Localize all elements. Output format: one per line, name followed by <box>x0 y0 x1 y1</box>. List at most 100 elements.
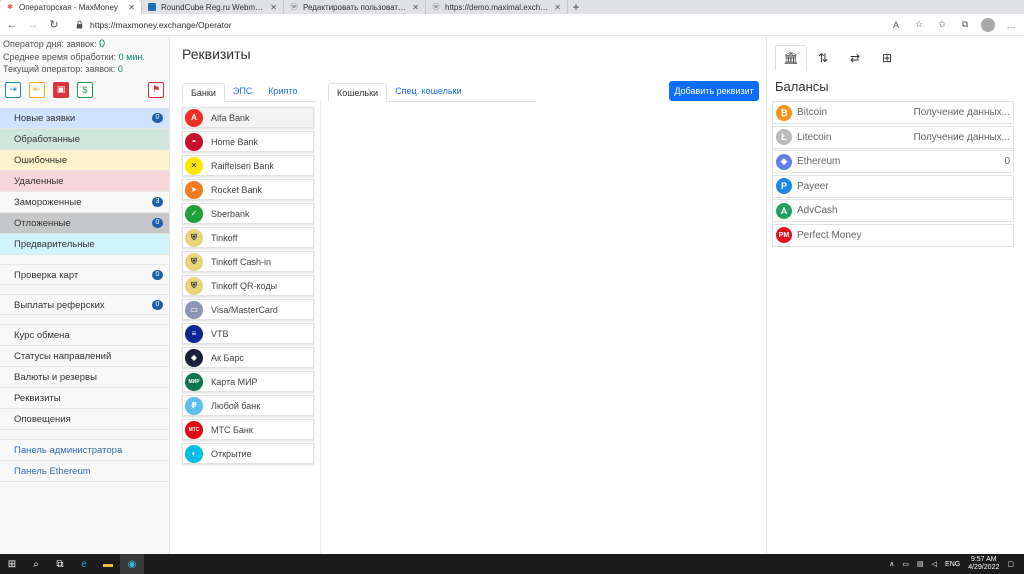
forward-icon[interactable]: → <box>24 16 42 34</box>
lock-button[interactable]: ▣ <box>53 81 69 98</box>
exchange-icon[interactable]: ⇄ <box>839 45 871 71</box>
tab-banks[interactable]: Банки <box>182 83 225 102</box>
bank-item-rocket-bank[interactable]: ➤ Rocket Bank <box>182 179 314 200</box>
stat-value: 0 <box>98 38 106 50</box>
menu-currencies-reserves[interactable]: Валюты и резервы <box>0 367 169 388</box>
menu-requisites[interactable]: Реквизиты <box>0 388 169 409</box>
browser-tab-maxmoney[interactable]: ✱ Операторская - MaxMoney ✕ <box>0 0 142 14</box>
exit-button[interactable]: ⚑ <box>148 81 164 98</box>
tab-eps[interactable]: ЭПС <box>225 82 260 101</box>
bank-item-otkrytie[interactable]: ◐ Открытие <box>182 443 314 464</box>
windows-start-icon[interactable]: ⊞ <box>0 554 24 574</box>
menu-new-orders[interactable]: Новые заявки 0 <box>0 107 169 129</box>
bank-item-any-bank[interactable]: ₽ Любой банк <box>182 395 314 416</box>
tab-special-wallets[interactable]: Спец. кошельки <box>387 82 469 101</box>
link-admin-panel[interactable]: Панель администратора <box>0 440 169 461</box>
balance-item-litecoin[interactable]: Ł Litecoin Получение данных... <box>772 125 1014 149</box>
search-icon[interactable]: ⌕ <box>24 554 48 574</box>
menu-card-check[interactable]: Проверка карт 0 <box>0 263 169 285</box>
menu-preliminary[interactable]: Предварительные <box>0 233 169 255</box>
menu-label: Замороженные <box>14 196 82 208</box>
menu-exchange-rate[interactable]: Курс обмена <box>0 325 169 346</box>
close-icon[interactable]: ✕ <box>412 3 419 12</box>
battery-icon[interactable]: ▭ <box>902 560 909 568</box>
bank-item-raiffeisen-bank[interactable]: ✕ Raiffeisen Bank <box>182 155 314 176</box>
bank-item-tinkoff-qr[interactable]: ⛨ Tinkoff QR-коды <box>182 275 314 296</box>
lock-icon: ▣ <box>56 84 66 94</box>
chevron-up-icon[interactable]: ∧ <box>889 560 894 568</box>
menu-direction-statuses[interactable]: Статусы направлений <box>0 346 169 367</box>
tab-wallets[interactable]: Кошельки <box>328 83 388 102</box>
language-indicator[interactable]: ENG <box>945 561 960 568</box>
network-icon[interactable]: ▤ <box>917 560 924 568</box>
link-ethereum-panel[interactable]: Панель Ethereum <box>0 461 169 482</box>
bank-item-home-bank[interactable]: ◓ Home Bank <box>182 131 314 152</box>
menu-notifications[interactable]: Оповещения <box>0 409 169 430</box>
browser-tab-roundcube[interactable]: RoundCube Reg.ru Webmail :: В... ✕ <box>142 0 284 14</box>
favorites-star-icon[interactable]: ☆ <box>910 16 928 34</box>
menu-processed[interactable]: Обработанные <box>0 128 169 150</box>
money-button[interactable]: $ <box>77 81 93 98</box>
balances-title: Балансы <box>775 79 829 94</box>
notifications-icon[interactable]: ▢ <box>1007 560 1014 568</box>
bank-item-sberbank[interactable]: ✓ Sberbank <box>182 203 314 224</box>
profile-avatar[interactable] <box>979 16 997 34</box>
add-box-icon[interactable]: ⊞ <box>871 45 903 71</box>
close-icon[interactable]: ✕ <box>554 3 561 12</box>
vtb-logo-icon: ≡ <box>185 324 203 343</box>
volume-icon[interactable]: ◁ <box>932 560 937 568</box>
bank-item-alfa-bank[interactable]: A Alfa Bank <box>182 107 314 128</box>
more-menu-icon[interactable]: … <box>1002 16 1020 34</box>
back-icon[interactable]: ← <box>3 16 21 34</box>
balance-item-payeer[interactable]: P Payeer <box>772 174 1014 198</box>
menu-postponed[interactable]: Отложенные 0 <box>0 212 169 234</box>
close-icon[interactable]: ✕ <box>270 3 277 12</box>
tab-crypto[interactable]: Крипто <box>260 82 305 101</box>
bank-name: Tinkoff QR-коды <box>211 280 278 291</box>
coin-balance: Получение данных... <box>913 107 1010 118</box>
clock-date: 4/29/2022 <box>968 564 1000 571</box>
clock-time: 9:57 AM <box>970 556 997 563</box>
sort-arrows-icon[interactable]: ⇅ <box>807 45 839 71</box>
home-bank-logo-icon: ◓ <box>185 132 203 151</box>
balance-item-bitcoin[interactable]: ₿ Bitcoin Получение данных... <box>772 101 1014 124</box>
balance-item-ethereum[interactable]: ◆ Ethereum 0 <box>772 150 1014 174</box>
internet-explorer-icon[interactable]: e <box>72 554 96 574</box>
bank-item-tinkoff-cash-in[interactable]: ⛨ Tinkoff Cash-in <box>182 251 314 272</box>
menu-label: Проверка карт <box>14 269 79 281</box>
login-button[interactable]: ⇥ <box>5 81 21 98</box>
browser-tab-demo-maximal[interactable]: ⓦ https://demo.maximal.exchang... ✕ <box>426 0 568 14</box>
task-view-icon[interactable]: ⧉ <box>48 554 72 574</box>
clock[interactable]: 9:57 AM 4/29/2022 <box>968 556 999 572</box>
add-requisite-button[interactable]: Добавить реквизит <box>669 81 759 101</box>
read-aloud-icon[interactable]: A <box>887 16 905 34</box>
new-tab-button[interactable]: + <box>568 0 584 14</box>
logout-button[interactable]: ⇤ <box>29 81 45 98</box>
menu-label: Предварительные <box>14 238 95 250</box>
tab-title: RoundCube Reg.ru Webmail :: В... <box>161 2 265 12</box>
bank-item-ak-bars[interactable]: ◆ Ак Барс <box>182 347 314 368</box>
refresh-icon[interactable]: ↻ <box>45 16 63 34</box>
menu-frozen[interactable]: Замороженные 3 <box>0 191 169 213</box>
bank-item-mir-card[interactable]: МИР Карта МИР <box>182 371 314 392</box>
balance-list: ₿ Bitcoin Получение данных... Ł Litecoin Полу… <box>772 101 1014 249</box>
bank-item-vtb[interactable]: ≡ VTB <box>182 323 314 344</box>
collections-icon[interactable]: ⧉ <box>956 16 974 34</box>
menu-erroneous[interactable]: Ошибочные <box>0 149 169 171</box>
bank-item-tinkoff[interactable]: ⛨ Tinkoff <box>182 227 314 248</box>
bank-item-mts-bank[interactable]: МТС МТС Банк <box>182 419 314 440</box>
menu-referral-payouts[interactable]: Выплаты реферских 0 <box>0 293 169 315</box>
address-bar[interactable]: https://maxmoney.exchange/Operator <box>75 17 835 33</box>
balance-item-advcash[interactable]: A AdvCash <box>772 199 1014 223</box>
browser-tab-edit-user[interactable]: ⓦ Редактировать пользователя ‹... ✕ <box>284 0 426 14</box>
menu-deleted[interactable]: Удаленные <box>0 170 169 192</box>
edge-browser-icon[interactable]: ◉ <box>120 554 144 574</box>
close-icon[interactable]: ✕ <box>128 3 135 12</box>
balance-item-perfect-money[interactable]: PM Perfect Money <box>772 223 1014 247</box>
favorites-list-icon[interactable]: ✩ <box>933 16 951 34</box>
bank-name: Alfa Bank <box>211 112 250 123</box>
bank-item-visa-mastercard[interactable]: ▭ Visa/MasterCard <box>182 299 314 320</box>
advcash-icon: A <box>776 202 792 219</box>
bank-building-icon[interactable]: 🏛 <box>775 45 807 71</box>
file-explorer-icon[interactable]: ▬ <box>96 554 120 574</box>
